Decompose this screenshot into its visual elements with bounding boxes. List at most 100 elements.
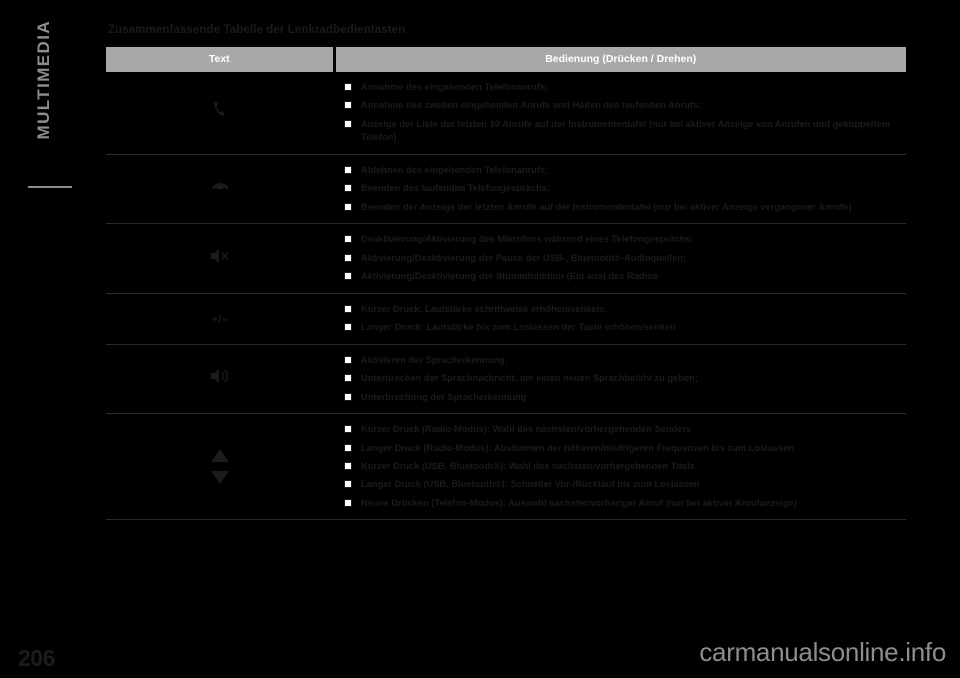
list-item-text: Annahme des eingehenden Telefonanrufs; <box>361 82 549 92</box>
list-item: Kurzer Druck: Lautstärke schrittweise er… <box>344 303 902 316</box>
table-row: +/– Kurzer Druck: Lautstärke schrittweis… <box>106 293 906 345</box>
list-item-text: Langer Druck: Lautstärke bis zum Loslass… <box>361 322 676 333</box>
list-item: Aktivierung/Deaktivierung der Stummfunkt… <box>344 270 902 283</box>
list-item: Langer Druck (USB, Bluetooth®): Schnelle… <box>344 478 902 491</box>
square-bullet-icon <box>344 235 352 244</box>
row-description-cell: Ablehnen des eingehenden Telefonanrufs; … <box>334 154 906 225</box>
list-item: Aktivierung/Deaktivierung der Pause der … <box>344 252 902 265</box>
list-item: Beenden des laufenden Telefongesprächs; <box>344 182 902 195</box>
bullet-list: Annahme des eingehenden Telefonanrufs; A… <box>344 81 902 145</box>
square-bullet-icon <box>344 83 352 91</box>
voice-recognition-icon <box>208 365 232 387</box>
arrow-down-icon <box>211 471 229 485</box>
square-bullet-icon <box>344 498 352 507</box>
list-item-text: Neues Drücken (Telefon-Modus): Auswahl n… <box>361 497 797 508</box>
list-item-text: Ablehnen des eingehenden Telefonanrufs; <box>361 164 549 175</box>
row-description-cell: Aktivieren der Spracherkennung; Unterbre… <box>334 344 906 415</box>
row-description-cell: Annahme des eingehenden Telefonanrufs; A… <box>334 72 906 155</box>
bullet-list: Deaktivierung/Aktivierung des Mikrofons … <box>344 233 902 283</box>
square-bullet-icon <box>344 253 352 262</box>
list-item-text: Unterbrechung der Spracherkennung <box>361 391 527 402</box>
list-item: Langer Druck: Lautstärke bis zum Loslass… <box>344 321 902 334</box>
square-bullet-icon <box>344 304 352 313</box>
table-body: Annahme des eingehenden Telefonanrufs; A… <box>106 72 906 521</box>
square-bullet-icon <box>344 202 352 211</box>
list-item-text: Langer Druck (Radio-Modus): Abstimmen de… <box>361 442 795 453</box>
square-bullet-icon <box>344 119 352 128</box>
list-item-text: Beenden der Anzeige der letzten Anrufe a… <box>361 201 852 212</box>
page-number: 206 <box>18 645 55 671</box>
table-row: Aktivieren der Spracherkennung; Unterbre… <box>106 344 906 415</box>
square-bullet-icon <box>344 355 352 364</box>
steering-wheel-controls-table: Text Bedienung (Drücken / Drehen) Annahm… <box>106 47 906 521</box>
list-item-text: Annahme des zweiten eingehenden Anrufs u… <box>361 100 702 111</box>
square-bullet-icon <box>344 165 352 174</box>
bullet-list: Kurzer Druck: Lautstärke schrittweise er… <box>344 303 902 335</box>
table-row: Deaktivierung/Aktivierung des Mikrofons … <box>106 223 906 294</box>
table-row: Ablehnen des eingehenden Telefonanrufs; … <box>106 154 906 225</box>
row-icon-cell <box>106 344 334 415</box>
table-row: Annahme des eingehenden Telefonanrufs; A… <box>106 72 906 155</box>
row-icon-cell: +/– <box>106 293 334 345</box>
bullet-list: Aktivieren der Spracherkennung; Unterbre… <box>344 354 902 404</box>
list-item-text: Unterbrechen der Sprachnachricht, um ein… <box>361 373 698 384</box>
list-item-text: Langer Druck (USB, Bluetooth®): Schnelle… <box>361 479 700 490</box>
list-item-text: Kurzer Druck (USB, Bluetooth®): Wahl des… <box>361 460 695 471</box>
row-icon-cell <box>106 154 334 225</box>
phone-handset-icon <box>207 97 233 123</box>
list-item-text: Aktivieren der Spracherkennung; <box>361 354 508 365</box>
column-header-text: Text <box>106 47 336 72</box>
list-item-text: Anzeige der Liste der letzten 10 Anrufe … <box>361 118 890 143</box>
row-icon-cell <box>106 413 334 521</box>
list-item: Aktivieren der Spracherkennung; <box>344 354 902 367</box>
list-item: Unterbrechung der Spracherkennung <box>344 391 902 404</box>
site-watermark: carmanualsonline.info <box>699 637 946 667</box>
list-item: Langer Druck (Radio-Modus): Abstimmen de… <box>344 442 902 455</box>
list-item: Unterbrechen der Sprachnachricht, um ein… <box>344 372 902 385</box>
bullet-list: Ablehnen des eingehenden Telefonanrufs; … <box>344 164 902 214</box>
column-header-operation: Bedienung (Drücken / Drehen) <box>334 47 906 72</box>
square-bullet-icon <box>344 272 352 281</box>
square-bullet-icon <box>344 101 352 110</box>
row-icon-cell <box>106 223 334 294</box>
square-bullet-icon <box>344 425 352 434</box>
square-bullet-icon <box>344 323 352 332</box>
square-bullet-icon <box>344 392 352 401</box>
arrow-up-icon <box>211 449 229 463</box>
page-title: Zusammenfassende Tabelle der Lenkradbedi… <box>108 24 406 36</box>
list-item-text: Kurzer Druck: Lautstärke schrittweise er… <box>361 303 606 314</box>
square-bullet-icon <box>344 461 352 470</box>
list-item-text: Aktivierung/Deaktivierung der Pause der … <box>361 252 687 263</box>
chapter-label: MULTIMEDIA <box>34 20 53 140</box>
table-header: Text Bedienung (Drücken / Drehen) <box>106 47 906 72</box>
list-item-text: Aktivierung/Deaktivierung der Stummfunkt… <box>361 271 659 282</box>
list-item: Beenden der Anzeige der letzten Anrufe a… <box>344 201 902 214</box>
row-description-cell: Deaktivierung/Aktivierung des Mikrofons … <box>334 223 906 294</box>
list-item: Kurzer Druck (USB, Bluetooth®): Wahl des… <box>344 460 902 473</box>
list-item: Neues Drücken (Telefon-Modus): Auswahl n… <box>344 497 902 510</box>
bullet-list: Kurzer Druck (Radio-Modus): Wahl des näc… <box>344 423 902 510</box>
square-bullet-icon <box>344 184 352 193</box>
list-item: Annahme des eingehenden Telefonanrufs; <box>344 81 902 94</box>
volume-plus-minus-icon: +/– <box>211 313 229 326</box>
square-bullet-icon <box>344 480 352 489</box>
page-content: Zusammenfassende Tabelle der Lenkradbedi… <box>106 24 906 521</box>
square-bullet-icon <box>344 374 352 383</box>
list-item: Kurzer Druck (Radio-Modus): Wahl des näc… <box>344 423 902 436</box>
table-row: Kurzer Druck (Radio-Modus): Wahl des näc… <box>106 413 906 521</box>
list-item: Annahme des zweiten eingehenden Anrufs u… <box>344 99 902 112</box>
list-item: Ablehnen des eingehenden Telefonanrufs; <box>344 164 902 177</box>
phone-hangup-icon <box>207 174 233 200</box>
microphone-mute-icon <box>208 245 232 267</box>
chapter-sidebar-tab: MULTIMEDIA <box>0 0 72 678</box>
list-item-text: Kurzer Druck (Radio-Modus): Wahl des näc… <box>361 424 692 435</box>
list-item: Anzeige der Liste der letzten 10 Anrufe … <box>344 118 902 145</box>
row-description-cell: Kurzer Druck: Lautstärke schrittweise er… <box>334 293 906 345</box>
up-down-arrows-icon <box>106 449 334 485</box>
page-number-block: 206 <box>18 628 72 670</box>
row-description-cell: Kurzer Druck (Radio-Modus): Wahl des näc… <box>334 413 906 521</box>
square-bullet-icon <box>344 443 352 452</box>
list-item-text: Deaktivierung/Aktivierung des Mikrofons … <box>361 234 694 245</box>
row-icon-cell <box>106 72 334 155</box>
list-item-text: Beenden des laufenden Telefongesprächs; <box>361 183 550 194</box>
